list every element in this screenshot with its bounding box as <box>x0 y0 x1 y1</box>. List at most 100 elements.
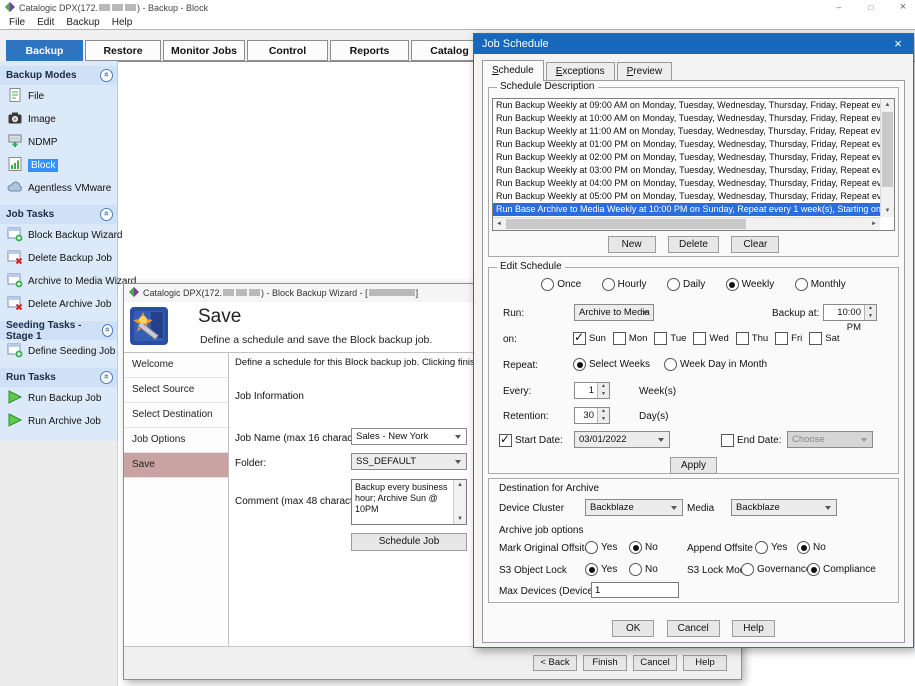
every-spinner[interactable]: 1 <box>574 382 610 399</box>
spinner-arrows[interactable] <box>597 383 609 398</box>
schedule-row[interactable]: Run Backup Weekly at 10:00 AM on Monday,… <box>493 112 880 125</box>
cancel-button[interactable]: Cancel <box>667 620 720 637</box>
max-devices-input[interactable]: 1 <box>591 582 679 598</box>
sidebar-item-delete-archive-job[interactable]: Delete Archive Job <box>0 293 117 316</box>
collapse-icon[interactable] <box>100 69 113 82</box>
schedule-job-button[interactable]: Schedule Job <box>351 533 467 551</box>
textarea-scrollbar[interactable] <box>453 480 466 524</box>
week-day-in-month-radio[interactable]: Week Day in Month <box>664 358 767 371</box>
delete-button[interactable]: Delete <box>668 236 719 253</box>
sidebar-item-image[interactable]: Image <box>0 108 117 131</box>
spinner-arrows[interactable] <box>597 408 609 423</box>
sidebar-item-delete-backup-job[interactable]: Delete Backup Job <box>0 247 117 270</box>
append-offsite-yes-radio[interactable]: Yes <box>755 541 787 554</box>
job-name-select[interactable]: Sales - New York <box>351 428 467 445</box>
frequency-monthly-radio[interactable]: Monthly <box>795 278 846 291</box>
horizontal-scrollbar[interactable] <box>493 217 880 230</box>
help-button[interactable]: Help <box>732 620 775 637</box>
s3-lock-no-radio[interactable]: No <box>629 563 658 576</box>
sidebar-item-run-archive-job[interactable]: Run Archive Job <box>0 410 117 433</box>
comment-textarea[interactable]: Backup every business hour; Archive Sun … <box>351 479 467 525</box>
day-sun-checkbox[interactable]: Sun <box>573 332 606 345</box>
close-icon[interactable] <box>897 1 909 14</box>
day-fri-checkbox[interactable]: Fri <box>775 332 802 345</box>
retention-spinner[interactable]: 30 <box>574 407 610 424</box>
backup-at-spinner[interactable]: 10:00 PM <box>823 304 877 321</box>
scroll-down-icon[interactable] <box>454 514 466 524</box>
wizard-nav-save[interactable]: Save <box>124 453 228 478</box>
collapse-icon[interactable] <box>100 371 113 384</box>
tab-schedule[interactable]: Schedule <box>482 60 544 81</box>
sidebar-item-archive-to-media-wizard[interactable]: Archive to Media Wizard <box>0 270 117 293</box>
sidebar-item-file[interactable]: File <box>0 85 117 108</box>
start-date-checkbox[interactable]: Start Date: <box>499 434 563 447</box>
menu-edit[interactable]: Edit <box>31 17 60 28</box>
append-offsite-no-radio[interactable]: No <box>797 541 826 554</box>
cancel-button[interactable]: Cancel <box>633 655 677 671</box>
frequency-hourly-radio[interactable]: Hourly <box>602 278 647 291</box>
folder-select[interactable]: SS_DEFAULT <box>351 453 467 470</box>
scrollbar-thumb[interactable] <box>506 219 746 229</box>
compliance-radio[interactable]: Compliance <box>807 563 876 576</box>
ok-button[interactable]: OK <box>612 620 654 637</box>
mark-original-yes-radio[interactable]: Yes <box>585 541 617 554</box>
wizard-nav-welcome[interactable]: Welcome <box>124 353 228 378</box>
run-select[interactable]: Archive to Media <box>574 304 654 321</box>
day-tue-checkbox[interactable]: Tue <box>654 332 686 345</box>
finish-button[interactable]: Finish <box>583 655 627 671</box>
schedule-row[interactable]: Run Backup Weekly at 03:00 PM on Monday,… <box>493 164 880 177</box>
select-weeks-radio[interactable]: Select Weeks <box>573 358 650 371</box>
new-button[interactable]: New <box>608 236 656 253</box>
schedule-row[interactable]: Run Backup Weekly at 11:00 AM on Monday,… <box>493 125 880 138</box>
schedule-row[interactable]: Run Backup Weekly at 04:00 PM on Monday,… <box>493 177 880 190</box>
end-date-checkbox[interactable]: End Date: <box>721 434 781 447</box>
sidebar-item-block-backup-wizard[interactable]: Block Backup Wizard <box>0 224 117 247</box>
media-select[interactable]: Backblaze <box>731 499 837 516</box>
scroll-up-icon[interactable] <box>881 99 894 111</box>
s3-lock-yes-radio[interactable]: Yes <box>585 563 617 576</box>
scroll-down-icon[interactable] <box>881 205 894 217</box>
mark-original-no-radio[interactable]: No <box>629 541 658 554</box>
sidebar-item-block[interactable]: Block <box>0 154 117 177</box>
scroll-left-icon[interactable] <box>493 218 505 230</box>
tab-restore[interactable]: Restore <box>85 40 161 61</box>
menu-help[interactable]: Help <box>106 17 139 28</box>
tab-backup[interactable]: Backup <box>6 40 83 61</box>
schedule-row[interactable]: Run Backup Weekly at 01:00 PM on Monday,… <box>493 138 880 151</box>
scroll-up-icon[interactable] <box>454 480 466 490</box>
wizard-nav-select-source[interactable]: Select Source <box>124 378 228 403</box>
sidebar-item-run-backup-job[interactable]: Run Backup Job <box>0 387 117 410</box>
day-thu-checkbox[interactable]: Thu <box>736 332 768 345</box>
tab-monitor-jobs[interactable]: Monitor Jobs <box>163 40 245 61</box>
wizard-nav-job-options[interactable]: Job Options <box>124 428 228 453</box>
clear-button[interactable]: Clear <box>731 236 779 253</box>
schedule-row[interactable]: Run Base Archive to Media Weekly at 10:0… <box>493 203 880 216</box>
menu-backup[interactable]: Backup <box>60 17 105 28</box>
scroll-right-icon[interactable] <box>868 218 880 230</box>
governance-radio[interactable]: Governance <box>741 563 811 576</box>
collapse-icon[interactable] <box>100 208 113 221</box>
sidebar-item-ndmp[interactable]: NDMP <box>0 131 117 154</box>
frequency-once-radio[interactable]: Once <box>541 278 581 291</box>
minimize-icon[interactable] <box>833 1 845 14</box>
maximize-icon[interactable] <box>865 1 877 14</box>
sidebar-item-define-seeding-job[interactable]: Define Seeding Job <box>0 340 117 363</box>
day-sat-checkbox[interactable]: Sat <box>809 332 839 345</box>
wizard-nav-select-destination[interactable]: Select Destination <box>124 403 228 428</box>
menu-file[interactable]: File <box>3 17 31 28</box>
help-button[interactable]: Help <box>683 655 727 671</box>
schedule-row[interactable]: Run Backup Weekly at 09:00 AM on Monday,… <box>493 99 880 112</box>
frequency-weekly-radio[interactable]: Weekly <box>726 278 775 291</box>
tab-control-devices[interactable]: Control Devices <box>247 40 328 61</box>
tab-preview[interactable]: Preview <box>617 62 673 80</box>
frequency-daily-radio[interactable]: Daily <box>667 278 705 291</box>
back-button[interactable]: < Back <box>533 655 577 671</box>
tab-reports[interactable]: Reports <box>330 40 409 61</box>
collapse-icon[interactable] <box>102 324 113 337</box>
schedule-row[interactable]: Run Backup Weekly at 05:00 PM on Monday,… <box>493 190 880 203</box>
close-icon[interactable] <box>891 35 905 53</box>
schedule-list[interactable]: Run Backup Weekly at 09:00 AM on Monday,… <box>492 98 895 231</box>
sidebar-item-agentless-vmware[interactable]: Agentless VMware <box>0 177 117 200</box>
apply-button[interactable]: Apply <box>670 457 717 474</box>
start-date-select[interactable]: 03/01/2022 <box>574 431 670 448</box>
